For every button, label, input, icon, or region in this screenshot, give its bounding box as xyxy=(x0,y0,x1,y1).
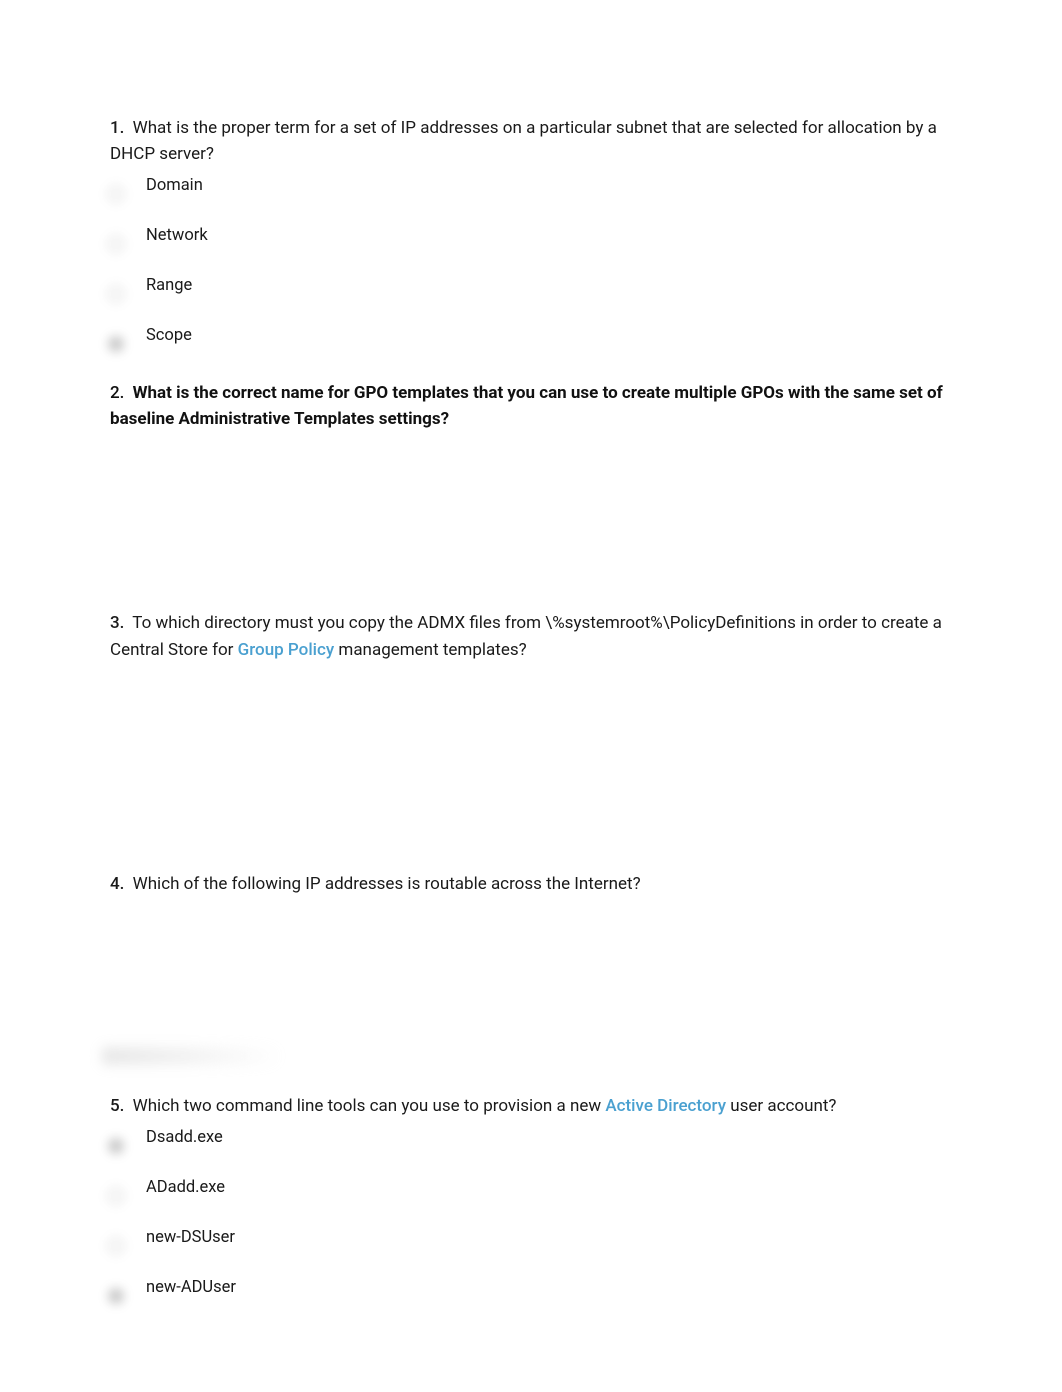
option-a: Domain xyxy=(108,174,952,202)
option-label: Network xyxy=(136,224,208,249)
radio-icon[interactable] xyxy=(108,274,136,302)
question-3: 3. To which directory must you copy the … xyxy=(110,610,952,843)
question-text: 1. What is the proper term for a set of … xyxy=(110,115,952,168)
radio-icon[interactable] xyxy=(108,324,136,352)
question-text: 4. Which of the following IP addresses i… xyxy=(110,871,952,897)
question-number: 3. xyxy=(110,613,124,633)
checkbox-icon[interactable] xyxy=(108,1226,136,1254)
question-number: 4. xyxy=(110,874,124,894)
option-c: Range xyxy=(108,274,952,302)
link-active-directory[interactable]: Active Directory xyxy=(605,1096,726,1116)
link-group-policy[interactable]: Group Policy xyxy=(238,640,335,660)
question-body-after: management templates? xyxy=(338,640,526,660)
option-label: ADadd.exe xyxy=(136,1176,225,1201)
question-number: 1. xyxy=(110,118,124,138)
option-label: Domain xyxy=(136,174,203,199)
options-list: Domain Network Range Scope xyxy=(110,174,952,352)
question-body-after: user account? xyxy=(730,1096,836,1116)
radio-icon[interactable] xyxy=(108,224,136,252)
option-d: Scope xyxy=(108,324,952,352)
option-label: new-DSUser xyxy=(136,1226,235,1251)
checkbox-icon[interactable] xyxy=(108,1276,136,1304)
question-body: What is the correct name for GPO templat… xyxy=(110,383,943,429)
question-5: 5. Which two command line tools can you … xyxy=(110,1093,952,1303)
question-4: 4. Which of the following IP addresses i… xyxy=(110,871,952,1065)
question-1: 1. What is the proper term for a set of … xyxy=(110,115,952,352)
option-d: new-ADUser xyxy=(108,1276,952,1304)
option-a: Dsadd.exe xyxy=(108,1126,952,1154)
option-label: Scope xyxy=(136,324,192,349)
question-body-before: Which two command line tools can you use… xyxy=(133,1096,602,1116)
radio-icon[interactable] xyxy=(108,174,136,202)
question-2: 2. What is the correct name for GPO temp… xyxy=(110,380,952,583)
option-b: Network xyxy=(108,224,952,252)
question-number: 2. xyxy=(110,383,124,403)
question-body: Which of the following IP addresses is r… xyxy=(133,874,641,894)
question-text: 5. Which two command line tools can you … xyxy=(110,1093,952,1119)
checkbox-icon[interactable] xyxy=(108,1176,136,1204)
blurred-content xyxy=(102,1047,282,1065)
option-label: Range xyxy=(136,274,192,299)
option-c: new-DSUser xyxy=(108,1226,952,1254)
checkbox-icon[interactable] xyxy=(108,1126,136,1154)
option-b: ADadd.exe xyxy=(108,1176,952,1204)
question-text: 3. To which directory must you copy the … xyxy=(110,610,952,663)
option-label: new-ADUser xyxy=(136,1276,236,1301)
question-text: 2. What is the correct name for GPO temp… xyxy=(110,380,952,433)
question-number: 5. xyxy=(110,1096,124,1116)
options-list: Dsadd.exe ADadd.exe new-DSUser new-ADUse… xyxy=(110,1126,952,1304)
option-label: Dsadd.exe xyxy=(136,1126,223,1151)
question-body: What is the proper term for a set of IP … xyxy=(110,118,937,164)
